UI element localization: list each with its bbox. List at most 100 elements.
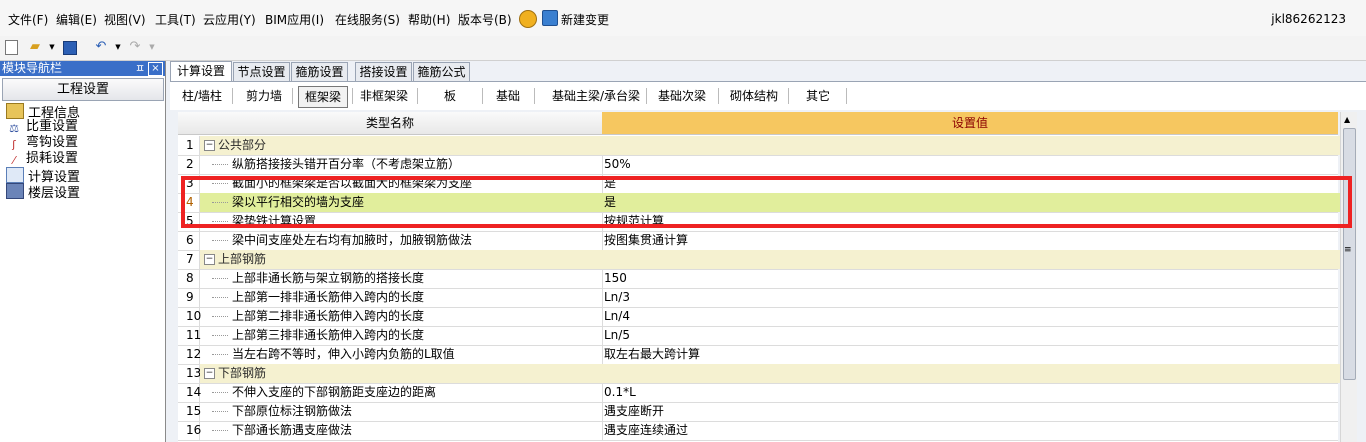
row-name-cell[interactable]: 当左右跨不等时，伸入小跨内负筋的L取值: [200, 345, 603, 364]
subtab-frame-beam[interactable]: 框架梁: [298, 86, 348, 108]
grid-group-row[interactable]: 1− 公共部分: [178, 136, 1340, 156]
nav-item-project-info[interactable]: 工程信息: [6, 103, 80, 121]
row-name-cell[interactable]: 上部非通长筋与架立钢筋的搭接长度: [200, 269, 603, 288]
grid-row[interactable]: 11 上部第三排非通长筋伸入跨内的长度 Ln/5: [178, 326, 1338, 346]
subtab-foundation-main-beam[interactable]: 基础主梁/承台梁: [542, 86, 650, 106]
row-value-cell[interactable]: 按图集贯通计算: [602, 231, 1340, 250]
grid-row[interactable]: 9 上部第一排非通长筋伸入跨内的长度 Ln/3: [178, 288, 1338, 308]
row-name-cell[interactable]: 不伸入支座的下部钢筋距支座边的距离: [200, 383, 603, 402]
close-icon[interactable]: ×: [148, 62, 163, 76]
row-value-cell[interactable]: 遇支座连续通过: [602, 421, 1340, 440]
row-number: 12: [178, 345, 201, 364]
row-value-cell[interactable]: 0.1*L: [602, 383, 1340, 402]
menu-file[interactable]: 文件(F): [8, 11, 48, 28]
grid-row[interactable]: 6 梁中间支座处左右均有加腋时，加腋钢筋做法 按图集贯通计算: [178, 231, 1338, 251]
grid-row[interactable]: 4 梁以平行相交的墙为支座 是: [178, 193, 1340, 213]
grid-row[interactable]: 14 不伸入支座的下部钢筋距支座边的距离 0.1*L: [178, 383, 1338, 403]
subtab-shear-wall[interactable]: 剪力墙: [240, 86, 288, 106]
redo-dropdown-chevron-icon[interactable]: ▼: [144, 39, 160, 55]
tab-lap-settings[interactable]: 搭接设置: [355, 62, 412, 81]
nav-item-weight[interactable]: ⚖ 比重设置: [6, 119, 78, 135]
row-value-cell[interactable]: 遇支座断开: [602, 402, 1340, 421]
collapse-toggle-icon[interactable]: −: [204, 140, 215, 151]
row-name-cell[interactable]: 梁中间支座处左右均有加腋时，加腋钢筋做法: [200, 231, 603, 250]
row-name-cell[interactable]: 截面小的框架梁是否以截面大的框架梁为支座: [200, 174, 603, 193]
row-name-cell[interactable]: − 下部钢筋: [200, 364, 603, 383]
open-dropdown-chevron-icon[interactable]: ▼: [44, 39, 60, 55]
grid-row[interactable]: 15 下部原位标注钢筋做法 遇支座断开: [178, 402, 1338, 422]
grid-group-row[interactable]: 13− 下部钢筋: [178, 364, 1340, 384]
row-value-cell[interactable]: Ln/4: [602, 307, 1340, 326]
menu-cloud[interactable]: 云应用(Y): [203, 11, 256, 28]
row-name-cell[interactable]: − 上部钢筋: [200, 250, 603, 269]
grid-row[interactable]: 12 当左右跨不等时，伸入小跨内负筋的L取值 取左右最大跨计算: [178, 345, 1338, 365]
row-name-cell[interactable]: 梁垫铁计算设置: [200, 212, 603, 231]
grid-row[interactable]: 2 纵筋搭接接头错开百分率（不考虑架立筋） 50%: [178, 155, 1338, 175]
row-name-cell[interactable]: 上部第二排非通长筋伸入跨内的长度: [200, 307, 603, 326]
subtab-masonry[interactable]: 砌体结构: [726, 86, 782, 106]
menu-tools[interactable]: 工具(T): [155, 11, 196, 28]
new-file-icon[interactable]: [5, 40, 18, 55]
menu-version[interactable]: 版本号(B): [458, 11, 512, 28]
scroll-up-arrow-icon[interactable]: ▲: [1344, 115, 1350, 124]
nav-section-header[interactable]: 工程设置: [2, 78, 164, 101]
subtab-slab[interactable]: 板: [422, 86, 478, 106]
row-value-cell[interactable]: Ln/5: [602, 326, 1340, 345]
grid-group-row[interactable]: 7− 上部钢筋: [178, 250, 1340, 270]
nav-item-calc[interactable]: 计算设置: [6, 167, 80, 185]
row-name-cell[interactable]: 下部通长筋遇支座做法: [200, 421, 603, 440]
row-name-cell[interactable]: 梁以平行相交的墙为支座: [200, 193, 603, 212]
grid-row[interactable]: 5 梁垫铁计算设置 按规范计算: [178, 212, 1338, 232]
menu-view[interactable]: 视图(V): [104, 11, 146, 28]
subtab-column[interactable]: 柱/墙柱: [178, 86, 226, 106]
undo-dropdown-chevron-icon[interactable]: ▼: [110, 39, 126, 55]
row-value-cell[interactable]: 150: [602, 269, 1340, 288]
row-value-cell[interactable]: 是: [602, 174, 1340, 193]
row-value-cell[interactable]: [602, 364, 1340, 383]
row-name-cell[interactable]: 纵筋搭接接头错开百分率（不考虑架立筋）: [200, 155, 603, 174]
subtab-foundation[interactable]: 基础: [488, 86, 528, 106]
row-name-cell[interactable]: 上部第一排非通长筋伸入跨内的长度: [200, 288, 603, 307]
new-change-button[interactable]: 新建变更: [561, 11, 609, 28]
nav-item-loss[interactable]: ⁄ 损耗设置: [6, 151, 78, 167]
row-value-cell[interactable]: [602, 250, 1340, 269]
nav-item-hook[interactable]: ʃ 弯钩设置: [6, 135, 78, 151]
subtab-foundation-secondary-beam[interactable]: 基础次梁: [654, 86, 710, 106]
row-value-cell[interactable]: 按规范计算: [602, 212, 1340, 231]
menu-help[interactable]: 帮助(H): [408, 11, 450, 28]
helper-avatar-icon[interactable]: [519, 10, 537, 28]
tab-stirrup-formula[interactable]: 箍筋公式: [413, 62, 470, 81]
column-header-name[interactable]: 类型名称: [178, 112, 603, 135]
grid-row[interactable]: 10 上部第二排非通长筋伸入跨内的长度 Ln/4: [178, 307, 1338, 327]
menu-bim[interactable]: BIM应用(I): [265, 11, 324, 28]
grid-row[interactable]: 8 上部非通长筋与架立钢筋的搭接长度 150: [178, 269, 1338, 289]
pin-icon[interactable]: ㅍ: [135, 61, 145, 76]
menu-edit[interactable]: 编辑(E): [56, 11, 97, 28]
tab-calc-settings[interactable]: 计算设置: [170, 61, 232, 82]
row-value-cell[interactable]: 取左右最大跨计算: [602, 345, 1340, 364]
row-name-cell[interactable]: 下部原位标注钢筋做法: [200, 402, 603, 421]
redo-icon[interactable]: ↷: [127, 39, 143, 55]
row-value-cell[interactable]: [602, 136, 1340, 155]
tab-node-settings[interactable]: 节点设置: [233, 62, 290, 81]
row-value-cell[interactable]: 是: [602, 193, 1340, 212]
row-name-cell[interactable]: − 公共部分: [200, 136, 603, 155]
menu-online[interactable]: 在线服务(S): [335, 11, 400, 28]
collapse-toggle-icon[interactable]: −: [204, 368, 215, 379]
row-value-cell[interactable]: Ln/3: [602, 288, 1340, 307]
grid-row[interactable]: 16 下部通长筋遇支座做法 遇支座连续通过: [178, 421, 1338, 441]
vertical-scrollbar[interactable]: ▲ ≡: [1340, 112, 1357, 442]
subtab-non-frame-beam[interactable]: 非框架梁: [356, 86, 412, 106]
tab-stirrup-settings[interactable]: 箍筋设置: [291, 62, 348, 81]
row-value-cell[interactable]: 50%: [602, 155, 1340, 174]
subtab-other[interactable]: 其它: [794, 86, 842, 106]
grid-row[interactable]: 3 截面小的框架梁是否以截面大的框架梁为支座 是: [178, 174, 1338, 194]
open-folder-icon[interactable]: ▰: [27, 39, 43, 55]
change-icon[interactable]: [542, 10, 558, 26]
save-icon[interactable]: [63, 41, 77, 55]
row-name-cell[interactable]: 上部第三排非通长筋伸入跨内的长度: [200, 326, 603, 345]
column-header-value[interactable]: 设置值: [602, 112, 1338, 135]
nav-item-floor[interactable]: 楼层设置: [6, 183, 80, 201]
undo-icon[interactable]: ↶: [93, 39, 109, 55]
collapse-toggle-icon[interactable]: −: [204, 254, 215, 265]
